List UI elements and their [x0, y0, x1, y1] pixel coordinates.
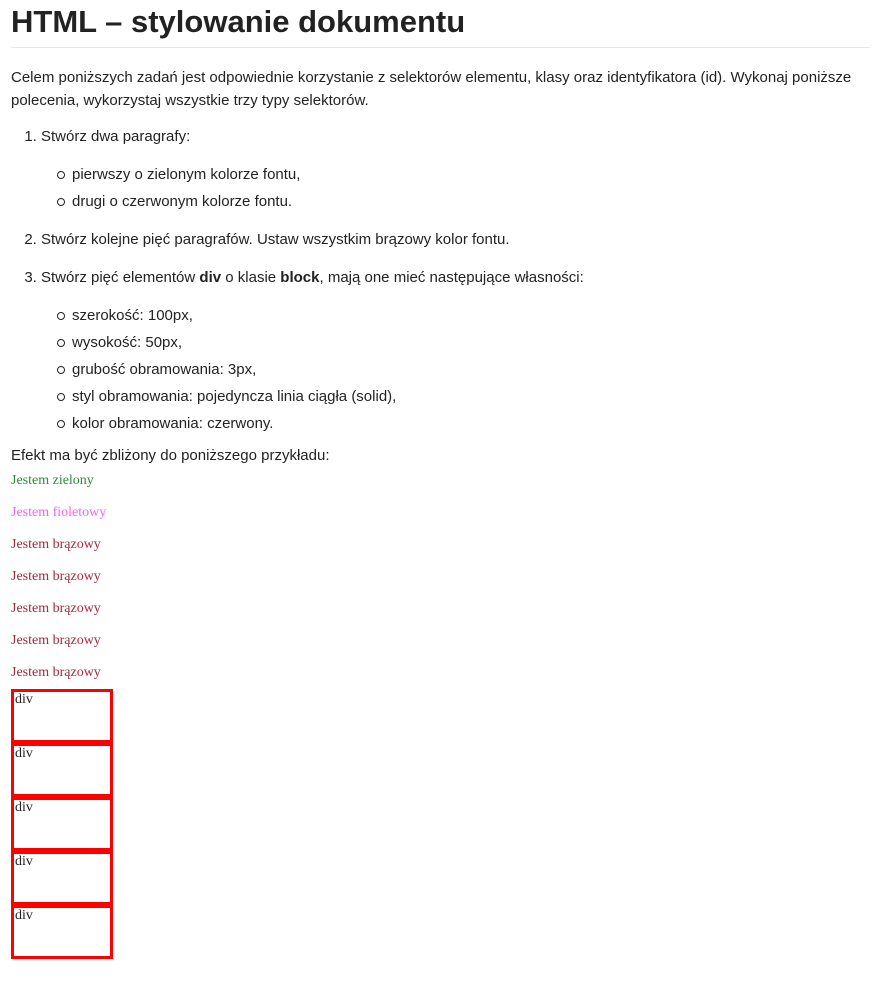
example-brown-paragraph: Jestem brązowy — [11, 569, 101, 584]
circle-bullet-icon — [57, 171, 65, 179]
example-violet-paragraph: Jestem fioletowy — [11, 505, 107, 520]
task-item-3: Stwórz pięć elementów div o klasie block… — [41, 267, 870, 435]
example-block: div — [11, 797, 113, 851]
page-title: HTML – stylowanie dokumentu — [11, 0, 870, 48]
example-block: div — [11, 905, 113, 959]
sublist-item: drugi o czerwonym kolorze fontu. — [57, 191, 870, 213]
example-brown-paragraph: Jestem brązowy — [11, 665, 101, 680]
task-text-2: Stwórz kolejne pięć paragrafów. Ustaw ws… — [41, 231, 510, 248]
example-brown-paragraph: Jestem brązowy — [11, 633, 101, 648]
circle-bullet-icon — [57, 393, 65, 401]
keyword-div: div — [199, 269, 222, 286]
task-list: Stwórz dwa paragrafy: pierwszy o zielony… — [11, 126, 870, 435]
task-1-sublist: pierwszy o zielonym kolorze fontu, drugi… — [41, 164, 870, 213]
effect-label: Efekt ma być zbliżony do poniższego przy… — [11, 447, 330, 464]
example-block: div — [11, 689, 113, 743]
page: HTML – stylowanie dokumentu Celem poniżs… — [0, 0, 882, 959]
task-item-1: Stwórz dwa paragrafy: pierwszy o zielony… — [41, 126, 870, 213]
keyword-block: block — [280, 269, 320, 286]
example-output: Jestem zielony Jestem fioletowy Jestem b… — [11, 471, 870, 959]
example-block: div — [11, 851, 113, 905]
circle-bullet-icon — [57, 312, 65, 320]
sublist-item: kolor obramowania: czerwony. — [57, 413, 870, 435]
task-text-3: Stwórz pięć elementów div o klasie block… — [41, 269, 584, 286]
circle-bullet-icon — [57, 420, 65, 428]
intro-paragraph: Celem poniższych zadań jest odpowiednie … — [11, 69, 852, 109]
example-green-paragraph: Jestem zielony — [11, 473, 94, 488]
example-block: div — [11, 743, 113, 797]
task-text-1: Stwórz dwa paragrafy: — [41, 128, 191, 145]
circle-bullet-icon — [57, 198, 65, 206]
example-brown-paragraph: Jestem brązowy — [11, 601, 101, 616]
sublist-item: wysokość: 50px, — [57, 332, 870, 354]
circle-bullet-icon — [57, 366, 65, 374]
task-3-sublist: szerokość: 100px, wysokość: 50px, gruboś… — [41, 305, 870, 435]
sublist-item: pierwszy o zielonym kolorze fontu, — [57, 164, 870, 186]
sublist-item: grubość obramowania: 3px, — [57, 359, 870, 381]
example-brown-paragraph: Jestem brązowy — [11, 537, 101, 552]
sublist-item: szerokość: 100px, — [57, 305, 870, 327]
sublist-item: styl obramowania: pojedyncza linia ciągł… — [57, 386, 870, 408]
task-item-2: Stwórz kolejne pięć paragrafów. Ustaw ws… — [41, 229, 870, 251]
circle-bullet-icon — [57, 339, 65, 347]
